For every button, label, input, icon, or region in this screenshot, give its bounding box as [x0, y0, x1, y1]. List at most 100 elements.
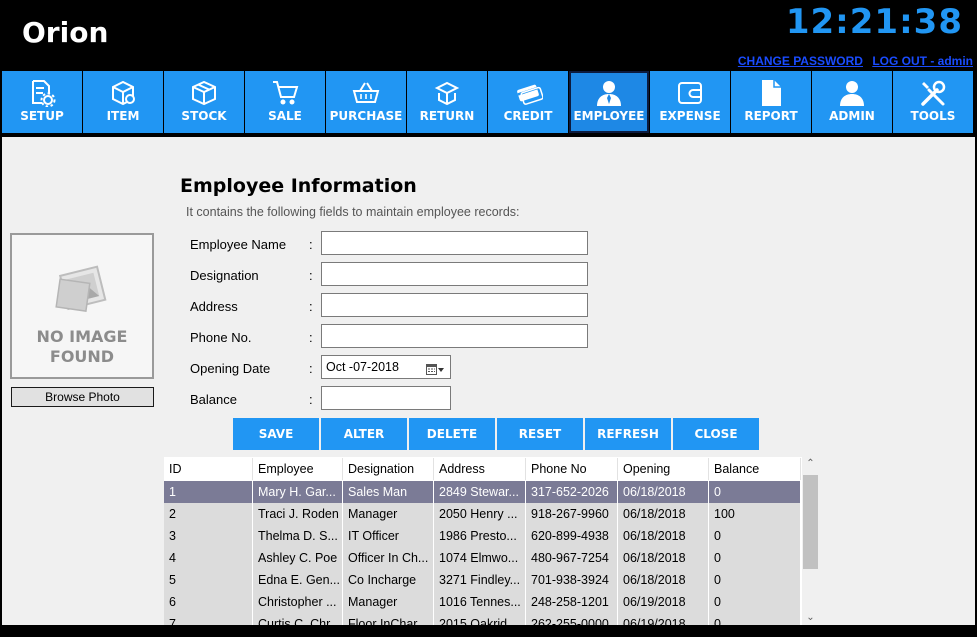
- address-input[interactable]: [321, 293, 588, 317]
- designation-input[interactable]: [321, 262, 588, 286]
- table-cell: 2: [164, 503, 253, 525]
- item-icon: [83, 79, 163, 107]
- employee-name-input[interactable]: [321, 231, 588, 255]
- table-row[interactable]: 2 Traci J. Roden Manager 2050 Henry ... 918-…: [164, 503, 801, 525]
- table-row[interactable]: 1 Mary H. Gar... Sales Man 2849 Stewar... 31…: [164, 481, 801, 503]
- table-cell: Co Incharge: [343, 569, 434, 591]
- table-cell: 0: [709, 525, 801, 547]
- delete-button[interactable]: DELETE: [409, 418, 495, 450]
- table-row[interactable]: 4 Ashley C. Poe Officer In Ch... 1074 Elmwo…: [164, 547, 801, 569]
- column-header[interactable]: ID: [164, 458, 253, 480]
- table-cell: 6: [164, 591, 253, 613]
- column-header[interactable]: Balance: [709, 458, 801, 480]
- table-cell: 100: [709, 503, 801, 525]
- table-cell: Manager: [343, 503, 434, 525]
- toolbar-item[interactable]: ITEM: [83, 71, 163, 133]
- toolbar-admin[interactable]: ADMIN: [812, 71, 892, 133]
- table-cell: 1074 Elmwo...: [434, 547, 526, 569]
- table-cell: 0: [709, 591, 801, 613]
- table-cell: 4: [164, 547, 253, 569]
- table-row[interactable]: 5 Edna E. Gen... Co Incharge 3271 Findley..…: [164, 569, 801, 591]
- table-cell: 317-652-2026: [526, 481, 618, 503]
- toolbar-employee[interactable]: EMPLOYEE: [569, 71, 649, 133]
- toolbar-report[interactable]: REPORT: [731, 71, 811, 133]
- employee-panel: NO IMAGE FOUND Browse Photo Employee Inf…: [2, 137, 975, 625]
- basket-icon: [326, 79, 406, 107]
- refresh-button[interactable]: REFRESH: [585, 418, 671, 450]
- close-button[interactable]: CLOSE: [673, 418, 759, 450]
- table-cell: 06/19/2018: [618, 591, 709, 613]
- toolbar-sale[interactable]: SALE: [245, 71, 325, 133]
- column-header[interactable]: Employee: [253, 458, 343, 480]
- setup-icon: [2, 79, 82, 107]
- no-image-text: NO IMAGE FOUND: [36, 327, 128, 366]
- scroll-up-icon[interactable]: ⌃: [802, 458, 819, 469]
- table-cell: 2015 Oakrid...: [434, 613, 526, 625]
- table-cell: 1: [164, 481, 253, 503]
- change-password-link[interactable]: CHANGE PASSWORD: [738, 54, 863, 68]
- save-button[interactable]: SAVE: [233, 418, 319, 450]
- toolbar-stock[interactable]: STOCK: [164, 71, 244, 133]
- table-cell: 0: [709, 547, 801, 569]
- table-cell: 1016 Tennes...: [434, 591, 526, 613]
- scrollbar-thumb[interactable]: [803, 475, 818, 569]
- table-cell: Thelma D. S...: [253, 525, 343, 547]
- toolbar-expense[interactable]: EXPENSE: [650, 71, 730, 133]
- toolbar-return[interactable]: RETURN: [407, 71, 487, 133]
- employee-grid[interactable]: ⌃ ⌄ ID Employee Designation Address Phone No…: [164, 457, 819, 625]
- address-label: Address: [190, 299, 238, 314]
- toolbar-purchase[interactable]: PURCHASE: [326, 71, 406, 133]
- app-window: Orion 12:21:38 CHANGE PASSWORD LOG OUT -…: [0, 0, 977, 637]
- table-cell: Traci J. Roden: [253, 503, 343, 525]
- column-header[interactable]: Phone No: [526, 458, 618, 480]
- employee-icon: [569, 79, 649, 107]
- balance-input[interactable]: [321, 386, 451, 410]
- calendar-dropdown-icon[interactable]: [426, 361, 444, 383]
- toolbar-label: RETURN: [419, 109, 475, 123]
- table-cell: 248-258-1201: [526, 591, 618, 613]
- tools-icon: [893, 79, 973, 107]
- grid-scrollbar[interactable]: ⌃ ⌄: [802, 457, 819, 625]
- toolbar-label: ITEM: [106, 109, 140, 123]
- clock: 12:21:38: [785, 2, 963, 42]
- admin-icon: [812, 79, 892, 107]
- logout-link[interactable]: LOG OUT - admin: [872, 54, 973, 68]
- top-links: CHANGE PASSWORD LOG OUT - admin: [732, 54, 973, 68]
- table-row[interactable]: 7 Curtis C. Chr... Floor InChar... 2015 Oak…: [164, 613, 801, 625]
- phone-input[interactable]: [321, 324, 588, 348]
- toolbar-label: SALE: [268, 109, 302, 123]
- toolbar-credit[interactable]: CREDIT: [488, 71, 568, 133]
- toolbar-tools[interactable]: TOOLS: [893, 71, 973, 133]
- stock-icon: [164, 79, 244, 107]
- table-row[interactable]: 6 Christopher ... Manager 1016 Tennes... 248…: [164, 591, 801, 613]
- scroll-down-icon[interactable]: ⌄: [802, 612, 819, 623]
- toolbar-label: SETUP: [20, 109, 64, 123]
- balance-label: Balance: [190, 392, 237, 407]
- table-cell: 0: [709, 481, 801, 503]
- table-cell: 0: [709, 569, 801, 591]
- table-cell: Floor InChar...: [343, 613, 434, 625]
- opening-date-picker[interactable]: Oct -07-2018: [321, 355, 451, 379]
- column-header[interactable]: Opening: [618, 458, 709, 480]
- toolbar-label: TOOLS: [910, 109, 956, 123]
- column-header[interactable]: Address: [434, 458, 526, 480]
- table-row[interactable]: 3 Thelma D. S... IT Officer 1986 Presto... 6…: [164, 525, 801, 547]
- toolbar-label: ADMIN: [829, 109, 875, 123]
- colon: :: [309, 268, 313, 283]
- table-cell: 06/18/2018: [618, 481, 709, 503]
- designation-label: Designation: [190, 268, 259, 283]
- toolbar-setup[interactable]: SETUP: [2, 71, 82, 133]
- table-cell: 3: [164, 525, 253, 547]
- column-header[interactable]: Designation: [343, 458, 434, 480]
- table-cell: 06/18/2018: [618, 525, 709, 547]
- phone-label: Phone No.: [190, 330, 252, 345]
- reset-button[interactable]: RESET: [497, 418, 583, 450]
- table-cell: 0: [709, 613, 801, 625]
- table-cell: 262-255-0000: [526, 613, 618, 625]
- page-title: Employee Information: [180, 175, 417, 197]
- return-box-icon: [407, 79, 487, 107]
- table-cell: 918-267-9960: [526, 503, 618, 525]
- alter-button[interactable]: ALTER: [321, 418, 407, 450]
- table-cell: 701-938-3924: [526, 569, 618, 591]
- browse-photo-button[interactable]: Browse Photo: [11, 387, 154, 407]
